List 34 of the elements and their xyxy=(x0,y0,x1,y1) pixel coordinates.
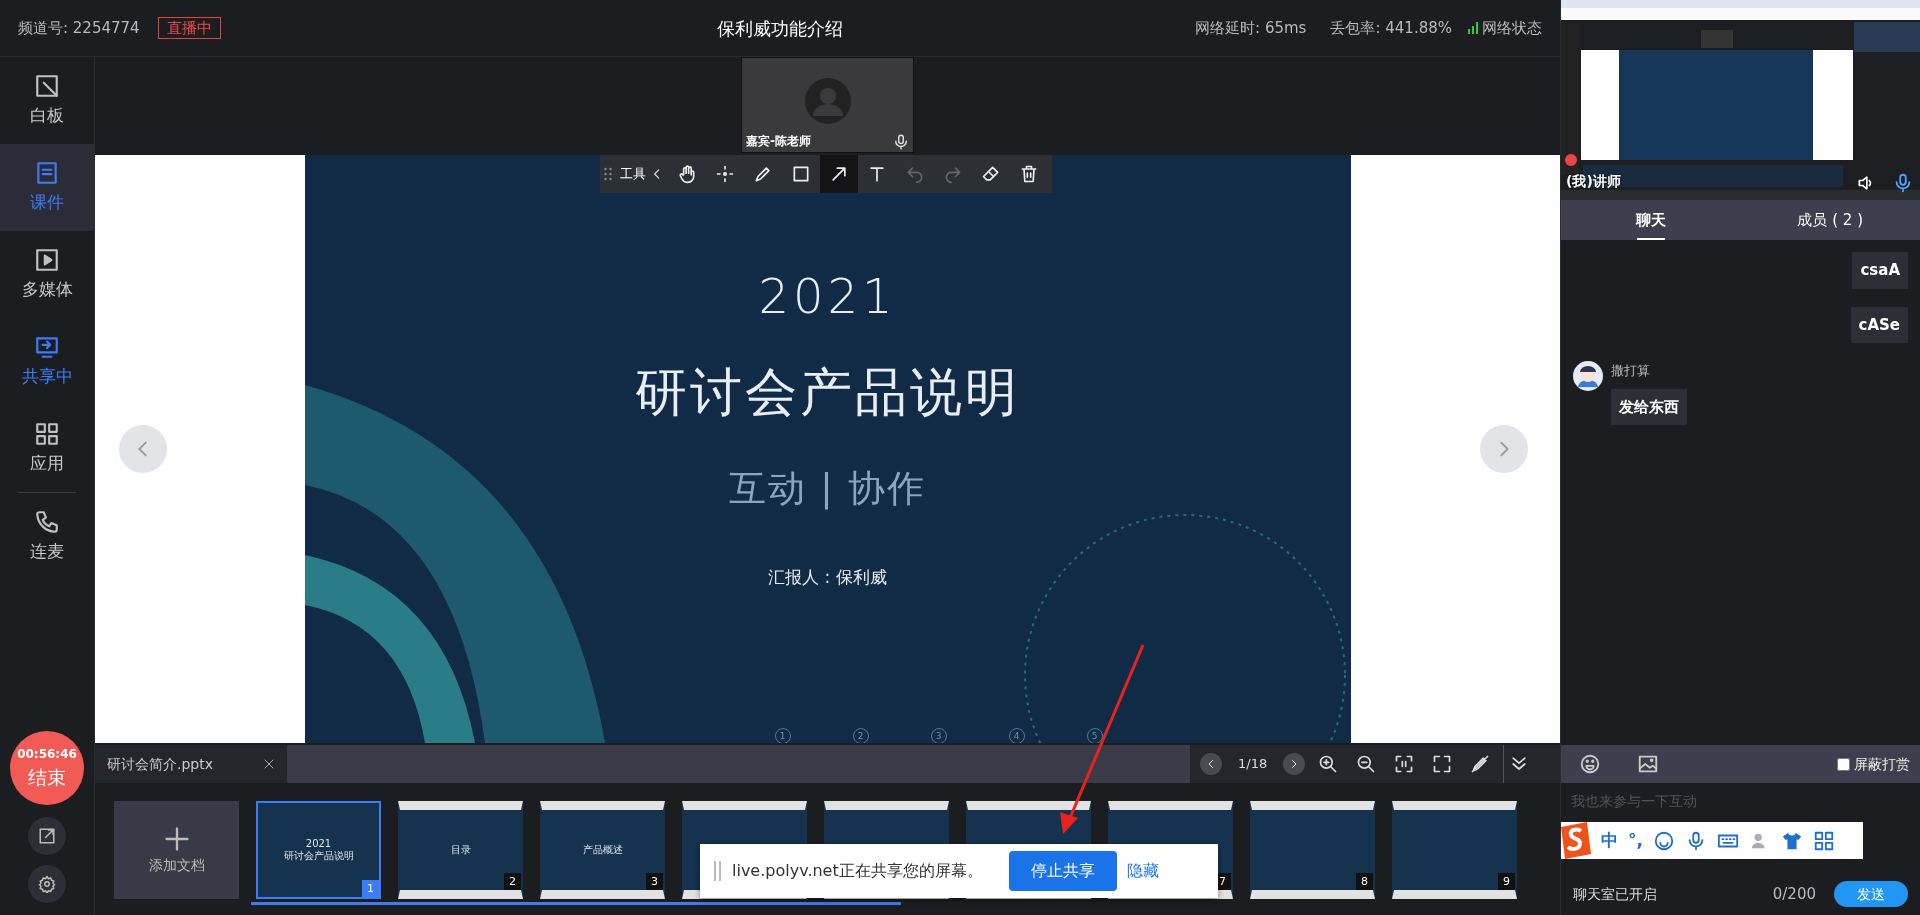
participant-name: 嘉宾-陈老师 xyxy=(746,133,811,150)
page-number: 9 xyxy=(1498,873,1515,890)
sender-name: 撒打算 xyxy=(1611,362,1650,380)
end-label: 结束 xyxy=(28,764,66,790)
page-number: 2 xyxy=(504,873,521,890)
slide-subtitle: 互动 | 协作 xyxy=(728,466,927,513)
page-number: 3 xyxy=(646,873,663,890)
file-name: 研讨会简介.pptx xyxy=(107,754,213,774)
message-bubble: cASe xyxy=(1850,306,1908,343)
latency-text: 网络延时: 65ms xyxy=(1195,17,1307,39)
thumbnail-text: 2021 xyxy=(305,838,332,850)
channel-number: 频道号: 2254774 xyxy=(18,17,140,39)
chat-status: 聊天室已开启 xyxy=(1573,884,1657,904)
thumbnail-text: 研讨会产品说明 xyxy=(283,850,354,862)
slide-year: 2021 xyxy=(758,270,897,323)
page-counter: 1/18 xyxy=(1238,755,1268,774)
checkbox-label: 屏蔽打赏 xyxy=(1854,754,1910,774)
share-message: live.polyv.net正在共享您的屏幕。 xyxy=(732,860,983,882)
timer-text: 00:56:46 xyxy=(17,745,77,763)
slide-title: 研讨会产品说明 xyxy=(635,360,1020,424)
character-counter: 0/200 xyxy=(1772,883,1816,905)
presenter-label: (我)讲师 xyxy=(1566,172,1621,191)
page-number: 1 xyxy=(362,880,379,897)
thumbnail-text: 产品概述 xyxy=(582,844,623,856)
message-bubble: 发给东西 xyxy=(1611,388,1687,425)
packet-loss-text: 丢包率: 441.88% xyxy=(1330,17,1452,39)
network-status-text: 网络状态 xyxy=(1482,17,1542,39)
page-title: 保利威功能介绍 xyxy=(717,17,843,39)
thumbnail-text: 目录 xyxy=(450,844,471,856)
live-badge: 直播中 xyxy=(157,17,221,39)
presenter-text: 汇报人 : 保利威 xyxy=(768,565,887,589)
message-bubble: csaA xyxy=(1852,252,1908,289)
page-number: 8 xyxy=(1356,873,1373,890)
toolbar-label: 工具 xyxy=(620,165,646,184)
